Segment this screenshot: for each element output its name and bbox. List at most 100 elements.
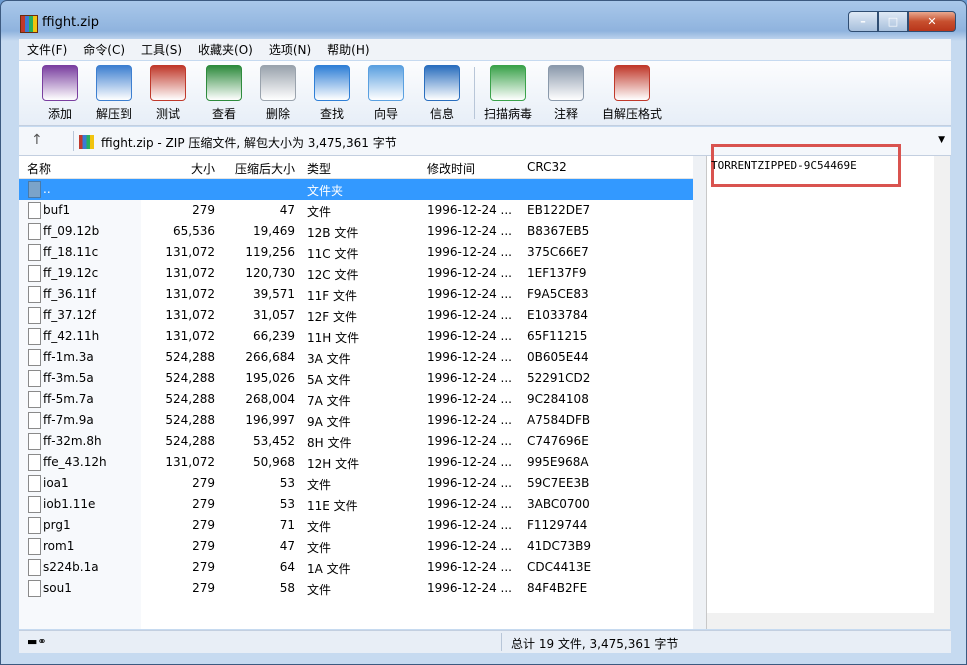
up-arrow-icon[interactable]: ↑ [31, 132, 43, 148]
status-separator [501, 633, 502, 651]
cell-name: ff-32m.8h [43, 434, 102, 448]
cell-type: 1A 文件 [307, 562, 351, 576]
file-list[interactable]: 名称 大小 压缩后大小 类型 修改时间 CRC32 .. 文件夹 buf1 279 47… [19, 156, 707, 629]
close-button[interactable]: ✕ [908, 11, 956, 32]
table-row[interactable]: s224b.1a 279 64 1A 文件 1996-12-24 ... CDC4413E [19, 557, 693, 578]
file-icon [28, 244, 41, 261]
cell-packed: 120,730 [245, 266, 295, 280]
cell-modified: 1996-12-24 ... [427, 518, 512, 532]
toolbar-button-10[interactable]: 自解压格式 [597, 65, 667, 122]
maximize-button[interactable]: □ [878, 11, 908, 32]
cell-modified: 1996-12-24 ... [427, 413, 512, 427]
toolbar-button-8[interactable]: 扫描病毒 [481, 65, 535, 122]
column-header-crc[interactable]: CRC32 [527, 160, 567, 174]
cell-type: 文件 [307, 583, 332, 597]
cell-modified: 1996-12-24 ... [427, 266, 512, 280]
menu-favorites[interactable]: 收藏夹(O) [190, 41, 261, 58]
menu-options[interactable]: 选项(N) [261, 41, 319, 58]
virus-scan-icon [490, 65, 526, 101]
toolbar-button-5[interactable]: 查找 [305, 65, 359, 122]
cell-size: 279 [192, 476, 215, 490]
table-row[interactable]: ff_19.12c 131,072 120,730 12C 文件 1996-12-24 … [19, 263, 693, 284]
drive-key-icon[interactable]: ▬⚭ [27, 635, 47, 648]
table-row[interactable]: ff-3m.5a 524,288 195,026 5A 文件 1996-12-24 ..… [19, 368, 693, 389]
cell-packed: 268,004 [245, 392, 295, 406]
cell-name: ff-7m.9a [43, 413, 94, 427]
column-header-name[interactable]: 名称 [27, 160, 51, 177]
file-list-header: 名称 大小 压缩后大小 类型 修改时间 CRC32 [19, 156, 693, 179]
cell-type: 12H 文件 [307, 457, 360, 471]
menu-help[interactable]: 帮助(H) [319, 41, 377, 58]
cell-crc: 3ABC0700 [527, 497, 590, 511]
column-header-modified[interactable]: 修改时间 [427, 160, 475, 177]
cell-packed: 39,571 [253, 287, 295, 301]
file-icon [28, 328, 41, 345]
address-text[interactable]: ffight.zip - ZIP 压缩文件, 解包大小为 3,475,361 字… [101, 134, 397, 151]
cell-modified: 1996-12-24 ... [427, 497, 512, 511]
table-row[interactable]: ff-1m.3a 524,288 266,684 3A 文件 1996-12-24 ..… [19, 347, 693, 368]
toolbar-button-9[interactable]: 注释 [539, 65, 593, 122]
cell-packed: 66,239 [253, 329, 295, 343]
toolbar-button-4[interactable]: 删除 [251, 65, 305, 122]
column-header-packed[interactable]: 压缩后大小 [235, 160, 295, 177]
table-row[interactable]: ff-32m.8h 524,288 53,452 8H 文件 1996-12-24 ..… [19, 431, 693, 452]
table-row[interactable]: ff_37.12f 131,072 31,057 12F 文件 1996-12-24 .… [19, 305, 693, 326]
table-row[interactable]: buf1 279 47 文件 1996-12-24 ... EB122DE7 [19, 200, 693, 221]
file-icon [28, 559, 41, 576]
cell-size: 524,288 [165, 392, 215, 406]
file-icon [28, 538, 41, 555]
table-row[interactable]: ioa1 279 53 文件 1996-12-24 ... 59C7EE3B [19, 473, 693, 494]
file-icon [28, 517, 41, 534]
cell-size: 131,072 [165, 308, 215, 322]
table-row[interactable]: ffe_43.12h 131,072 50,968 12H 文件 1996-12-24 … [19, 452, 693, 473]
column-header-size[interactable]: 大小 [191, 160, 215, 177]
toolbar-button-7[interactable]: 信息 [415, 65, 469, 122]
table-row[interactable]: iob1.11e 279 53 11E 文件 1996-12-24 ... 3ABC070… [19, 494, 693, 515]
cell-size: 279 [192, 581, 215, 595]
menu-file[interactable]: 文件(F) [19, 41, 75, 58]
title-bar[interactable]: ffight.zip – □ ✕ [1, 1, 966, 39]
cell-size: 131,072 [165, 266, 215, 280]
cell-crc: E1033784 [527, 308, 589, 322]
cell-type: 9A 文件 [307, 415, 351, 429]
cell-type: 12C 文件 [307, 268, 359, 282]
cell-crc: F9A5CE83 [527, 287, 589, 301]
column-header-type[interactable]: 类型 [307, 160, 331, 177]
table-row[interactable]: ff_42.11h 131,072 66,239 11H 文件 1996-12-24 .… [19, 326, 693, 347]
comment-vertical-scrollbar[interactable] [934, 156, 950, 613]
cell-name: ff_18.11c [43, 245, 99, 259]
cell-crc: 0B605E44 [527, 350, 589, 364]
file-list-scrollbar[interactable] [693, 156, 706, 629]
table-row[interactable]: ff_36.11f 131,072 39,571 11F 文件 1996-12-24 .… [19, 284, 693, 305]
archive-comment: TORRENTZIPPED-9C54469E [711, 159, 857, 172]
minimize-button[interactable]: – [848, 11, 878, 32]
cell-packed: 47 [279, 539, 295, 553]
table-row[interactable]: rom1 279 47 文件 1996-12-24 ... 41DC73B9 [19, 536, 693, 557]
table-row[interactable]: ff-5m.7a 524,288 268,004 7A 文件 1996-12-24 ..… [19, 389, 693, 410]
cell-size: 131,072 [165, 329, 215, 343]
table-row[interactable]: ff_18.11c 131,072 119,256 11C 文件 1996-12-24 … [19, 242, 693, 263]
comment-horizontal-scrollbar[interactable] [707, 613, 950, 629]
toolbar-button-1[interactable]: 解压到 [87, 65, 141, 122]
menu-tools[interactable]: 工具(S) [133, 41, 190, 58]
toolbar-button-2[interactable]: 测试 [141, 65, 195, 122]
toolbar-button-3[interactable]: 查看 [197, 65, 251, 122]
cell-crc: 84F4B2FE [527, 581, 588, 595]
menu-command[interactable]: 命令(C) [75, 41, 133, 58]
cell-type: 11H 文件 [307, 331, 360, 345]
address-separator [73, 131, 74, 151]
table-row[interactable]: ff_09.12b 65,536 19,469 12B 文件 1996-12-24 ..… [19, 221, 693, 242]
chevron-down-icon[interactable]: ▼ [938, 135, 945, 145]
toolbar-label: 自解压格式 [601, 107, 662, 121]
table-row[interactable]: prg1 279 71 文件 1996-12-24 ... F1129744 [19, 515, 693, 536]
cell-crc: C747696E [527, 434, 589, 448]
parent-folder-row[interactable]: .. 文件夹 [19, 179, 693, 200]
file-icon [28, 475, 41, 492]
table-row[interactable]: sou1 279 58 文件 1996-12-24 ... 84F4B2FE [19, 578, 693, 599]
cell-modified: 1996-12-24 ... [427, 224, 512, 238]
toolbar-label: 测试 [155, 107, 180, 121]
toolbar-button-0[interactable]: 添加 [33, 65, 87, 122]
cell-crc: 65F11215 [527, 329, 588, 343]
table-row[interactable]: ff-7m.9a 524,288 196,997 9A 文件 1996-12-24 ..… [19, 410, 693, 431]
toolbar-button-6[interactable]: 向导 [359, 65, 413, 122]
